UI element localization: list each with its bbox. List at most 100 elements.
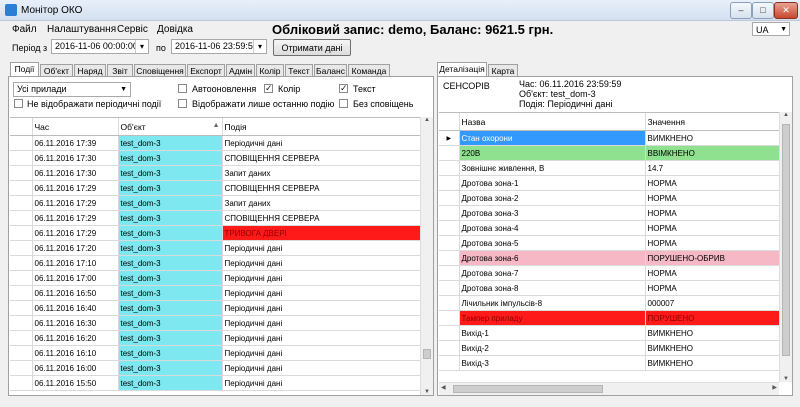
row-header[interactable] — [10, 315, 33, 331]
column-header-event[interactable]: Подія — [222, 118, 420, 136]
table-row[interactable]: Лічильник імпульсів-8 000007 — [439, 295, 779, 311]
column-header-time[interactable]: Час — [32, 118, 119, 136]
table-row[interactable]: 06.11.2016 17:29 test_dom-3 СПОВІЩЕННЯ СЕР… — [10, 210, 420, 226]
scroll-down-icon[interactable]: ▼ — [421, 389, 433, 395]
table-row[interactable]: Дротова зона-6 ПОРУШЕНО-ОБРИВ — [439, 250, 779, 266]
row-header[interactable]: ▶ — [439, 130, 460, 146]
table-row[interactable]: 06.11.2016 17:29 test_dom-3 Запит даних — [10, 195, 420, 211]
table-row[interactable]: 06.11.2016 17:30 test_dom-3 Запит даних — [10, 165, 420, 181]
row-header[interactable] — [10, 360, 33, 376]
sensors-scrollbar[interactable]: ▲ ▼ — [779, 112, 792, 382]
table-row[interactable]: Дротова зона-1 НОРМА — [439, 175, 779, 191]
column-header-value[interactable]: Значення — [645, 113, 779, 131]
row-header[interactable] — [10, 240, 33, 256]
table-row[interactable]: 06.11.2016 16:00 test_dom-3 Періодичні дан… — [10, 360, 420, 376]
table-row[interactable]: Дротова зона-5 НОРМА — [439, 235, 779, 251]
row-header[interactable] — [439, 355, 460, 371]
tab-4[interactable]: Сповіщення — [134, 64, 186, 76]
tab-2[interactable]: Наряд — [74, 64, 106, 76]
date-from-field[interactable]: 2016-11-06 00:00:00 ▾ — [51, 39, 149, 54]
last-event-checkbox[interactable] — [178, 99, 187, 108]
table-row[interactable]: Вихід-1 ВИМКНЕНО — [439, 325, 779, 341]
tab-1[interactable]: Об'єкт — [40, 64, 73, 76]
row-header[interactable] — [439, 295, 460, 311]
auto-update-checkbox[interactable] — [178, 84, 187, 93]
hscroll-thumb[interactable] — [453, 385, 603, 393]
row-header[interactable] — [10, 330, 33, 346]
scroll-left-icon[interactable]: ◀ — [441, 384, 446, 391]
table-row[interactable]: Дротова зона-8 НОРМА — [439, 280, 779, 296]
calendar-icon[interactable]: ▾ — [253, 40, 266, 53]
table-row[interactable]: 06.11.2016 16:30 test_dom-3 Періодичні дан… — [10, 315, 420, 331]
table-row[interactable]: Вихід-2 ВИМКНЕНО — [439, 340, 779, 356]
menu-file[interactable]: Файл — [12, 24, 37, 35]
row-header[interactable] — [439, 250, 460, 266]
table-row[interactable]: 06.11.2016 16:20 test_dom-3 Періодичні дан… — [10, 330, 420, 346]
column-header-name[interactable]: Назва — [459, 113, 646, 131]
table-row[interactable]: Дротова зона-7 НОРМА — [439, 265, 779, 281]
row-header[interactable] — [439, 310, 460, 326]
close-button[interactable]: ✕ — [774, 2, 798, 19]
table-row[interactable]: Вихід-3 ВИМКНЕНО — [439, 355, 779, 371]
table-row[interactable]: Зовнішнє живлення, В 14.7 — [439, 160, 779, 176]
table-row[interactable]: 06.11.2016 16:10 test_dom-3 Періодичні дан… — [10, 345, 420, 361]
row-header[interactable] — [439, 175, 460, 191]
row-header[interactable] — [10, 180, 33, 196]
tab-6[interactable]: Адмін — [226, 64, 255, 76]
table-row[interactable]: 06.11.2016 17:20 test_dom-3 Періодичні дан… — [10, 240, 420, 256]
menu-help[interactable]: Довідка — [157, 24, 193, 35]
row-header[interactable] — [10, 210, 33, 226]
tab-5[interactable]: Експорт — [187, 64, 225, 76]
table-row[interactable]: ▶ Стан охорони ВИМКНЕНО — [439, 130, 779, 146]
no-notifications-checkbox[interactable] — [339, 99, 348, 108]
table-row[interactable]: 06.11.2016 17:29 test_dom-3 ТРИВОГА ДВЕРІ — [10, 225, 420, 241]
row-header[interactable] — [439, 340, 460, 356]
row-header[interactable] — [10, 150, 33, 166]
row-header[interactable] — [10, 300, 33, 316]
scroll-up-icon[interactable]: ▲ — [421, 117, 433, 123]
no-periodic-checkbox[interactable] — [14, 99, 23, 108]
scroll-right-icon[interactable]: ▶ — [772, 384, 777, 391]
color-checkbox[interactable] — [264, 83, 273, 94]
calendar-icon[interactable]: ▾ — [135, 40, 148, 53]
table-row[interactable]: 06.11.2016 17:00 test_dom-3 Періодичні дан… — [10, 270, 420, 286]
row-header[interactable] — [439, 325, 460, 341]
scroll-thumb[interactable] — [423, 349, 431, 359]
table-row[interactable]: 06.11.2016 17:29 test_dom-3 СПОВІЩЕННЯ СЕР… — [10, 180, 420, 196]
row-header[interactable] — [439, 190, 460, 206]
scroll-up-icon[interactable]: ▲ — [780, 112, 792, 118]
minimize-button[interactable]: – — [730, 2, 752, 19]
row-header[interactable] — [439, 145, 460, 161]
tab-7[interactable]: Колір — [256, 64, 284, 76]
row-header[interactable] — [10, 375, 33, 391]
scroll-down-icon[interactable]: ▼ — [780, 376, 792, 382]
tab-0[interactable]: Події — [10, 62, 39, 76]
tab-map[interactable]: Карта — [488, 64, 518, 76]
tab-9[interactable]: Баланс — [314, 64, 347, 76]
table-row[interactable]: 06.11.2016 17:39 test_dom-3 Періодичні дан… — [10, 135, 420, 151]
row-header[interactable] — [10, 195, 33, 211]
row-header[interactable] — [439, 205, 460, 221]
table-row[interactable]: 06.11.2016 16:40 test_dom-3 Періодичні дан… — [10, 300, 420, 316]
date-to-field[interactable]: 2016-11-06 23:59:59 ▾ — [171, 39, 267, 54]
table-row[interactable]: 06.11.2016 17:30 test_dom-3 СПОВІЩЕННЯ СЕР… — [10, 150, 420, 166]
table-row[interactable]: 06.11.2016 17:10 test_dom-3 Періодичні дан… — [10, 255, 420, 271]
sensors-hscrollbar[interactable]: ◀ ▶ — [439, 382, 779, 395]
row-header[interactable] — [439, 280, 460, 296]
row-header[interactable] — [10, 255, 33, 271]
maximize-button[interactable]: □ — [752, 2, 774, 19]
row-header[interactable] — [10, 285, 33, 301]
scroll-thumb[interactable] — [782, 124, 790, 356]
tab-3[interactable]: Звіт — [107, 64, 133, 76]
tab-10[interactable]: Команда — [348, 64, 390, 76]
menu-service[interactable]: Сервіс — [117, 24, 148, 35]
language-select[interactable]: UA ▼ — [752, 22, 790, 36]
tab-details[interactable]: Деталізація — [437, 62, 487, 76]
text-checkbox[interactable] — [339, 83, 348, 94]
table-row[interactable]: 06.11.2016 15:50 test_dom-3 Періодичні дан… — [10, 375, 420, 391]
row-header[interactable] — [439, 235, 460, 251]
device-select[interactable]: Усі прилади ▼ — [13, 82, 131, 97]
table-row[interactable]: Дротова зона-3 НОРМА — [439, 205, 779, 221]
row-header[interactable] — [439, 220, 460, 236]
table-row[interactable]: 06.11.2016 16:50 test_dom-3 Періодичні дан… — [10, 285, 420, 301]
